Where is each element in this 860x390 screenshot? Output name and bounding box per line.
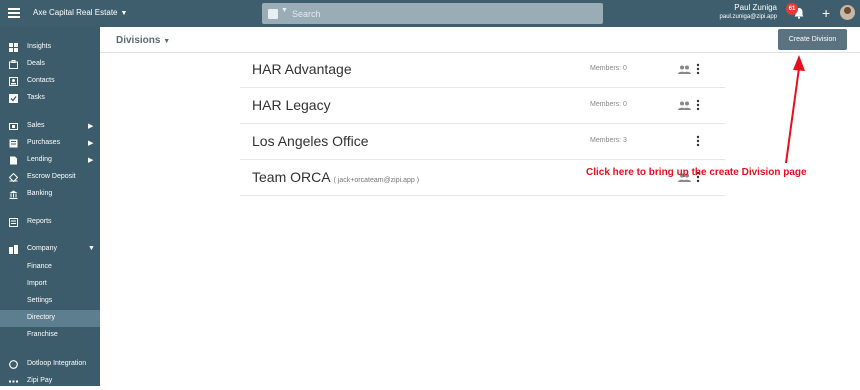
sidebar-item-purchases[interactable]: Purchases ▶ — [0, 135, 100, 152]
more-options-icon[interactable] — [696, 63, 700, 75]
contacts-icon — [9, 77, 18, 86]
user-email: paul.zuniga@zipi.app — [719, 14, 777, 20]
reports-icon — [9, 218, 18, 227]
division-name: Team ORCA( jack+orcateam@zipi.app ) — [252, 169, 420, 185]
sidebar-item-label: Deals — [27, 60, 45, 67]
sales-icon — [9, 123, 18, 130]
user-info[interactable]: Paul Zuniga paul.zuniga@zipi.app — [720, 3, 777, 21]
sidebar-item-label: Banking — [27, 190, 53, 197]
insights-icon — [9, 43, 18, 52]
sidebar-item-franchise[interactable]: Franchise — [0, 327, 100, 344]
division-email: ( jack+orcateam@zipi.app ) — [333, 177, 420, 184]
avatar[interactable] — [840, 5, 855, 20]
sidebar-item-lending[interactable]: Lending ▶ — [0, 152, 100, 169]
sidebar-item-label: Purchases — [27, 139, 61, 146]
user-name: Paul Zuniga — [734, 3, 777, 12]
people-icon[interactable] — [678, 101, 691, 110]
sidebar-item-zipi-pay[interactable]: Zipi Pay — [0, 373, 100, 390]
sidebar-item-company[interactable]: Company ▼ — [0, 241, 100, 258]
sidebar-item-insights[interactable]: Insights — [0, 39, 100, 56]
company-selector[interactable]: Axe Capital Real Estate ▼ — [33, 8, 127, 17]
page-title: Divisions — [116, 35, 161, 46]
members-count: Members: 0 — [590, 101, 627, 108]
sidebar-item-label: Tasks — [27, 94, 45, 101]
sidebar-item-import[interactable]: Import — [0, 276, 100, 293]
division-row[interactable]: Team ORCA( jack+orcateam@zipi.app ) — [240, 160, 725, 196]
top-bar: Axe Capital Real Estate▼ ▼ Paul Zuniga p… — [0, 0, 860, 27]
sidebar-item-label: Zipi Pay — [27, 377, 53, 384]
sidebar-item-label: Insights — [27, 43, 52, 50]
division-name: Los Angeles Office — [252, 133, 369, 149]
chevron-right-icon: ▶ — [88, 123, 94, 130]
sidebar-item-label: Lending — [27, 156, 52, 163]
division-name: HAR Advantage — [252, 61, 352, 77]
purchases-icon — [9, 139, 18, 148]
chevron-down-icon: ▼ — [120, 10, 128, 17]
sidebar-item-tasks[interactable]: Tasks — [0, 90, 100, 107]
create-division-button[interactable]: Create Division — [778, 29, 847, 50]
sidebar-item-label: Finance — [27, 263, 52, 270]
hamburger-menu-icon[interactable] — [8, 8, 20, 18]
sidebar-item-escrow-deposit[interactable]: Escrow Deposit — [0, 169, 100, 186]
chevron-down-icon: ▼ — [163, 38, 171, 45]
division-row[interactable]: HAR Advantage Members: 0 — [240, 52, 725, 88]
more-options-icon[interactable] — [696, 135, 700, 147]
members-count: Members: 3 — [590, 137, 627, 144]
plus-icon[interactable]: + — [822, 6, 830, 20]
people-icon[interactable] — [678, 65, 691, 74]
sidebar-item-label: Franchise — [27, 331, 58, 338]
sidebar-item-sales[interactable]: Sales ▶ — [0, 118, 100, 135]
sidebar-item-directory[interactable]: Directory — [0, 310, 100, 327]
sidebar-item-banking[interactable]: Banking — [0, 186, 100, 203]
chevron-right-icon: ▶ — [88, 140, 94, 147]
chevron-right-icon: ▶ — [88, 157, 94, 164]
search-input[interactable] — [292, 6, 592, 21]
search-bar[interactable]: ▼ — [262, 3, 603, 24]
dotloop-icon — [9, 360, 18, 369]
sidebar-item-contacts[interactable]: Contacts — [0, 73, 100, 90]
bank-icon — [9, 190, 18, 199]
sidebar-item-label: Sales — [27, 122, 45, 129]
zipi-pay-icon — [9, 380, 18, 383]
members-count: Members: 0 — [590, 65, 627, 72]
sidebar-item-finance[interactable]: Finance — [0, 259, 100, 276]
tasks-icon — [9, 94, 18, 103]
chevron-down-icon: ▼ — [88, 245, 95, 252]
company-icon — [9, 245, 18, 254]
chevron-down-icon[interactable]: ▼ — [281, 7, 288, 14]
deals-icon — [9, 60, 18, 69]
sidebar-item-label: Dotloop Integration — [27, 360, 87, 367]
division-name: HAR Legacy — [252, 97, 331, 113]
sidebar-item-label: Directory — [27, 314, 56, 321]
notification-badge: 61 — [786, 3, 798, 15]
sidebar-item-label: Settings — [27, 297, 53, 304]
company-name: Axe Capital Real Estate — [33, 8, 118, 17]
escrow-icon — [9, 173, 18, 182]
sidebar-item-label: Company — [27, 245, 57, 252]
page-title-dropdown[interactable]: Divisions ▼ — [116, 35, 170, 46]
sidebar-item-label: Contacts — [27, 77, 55, 84]
sidebar-item-label: Escrow Deposit — [27, 173, 76, 180]
sidebar-item-label: Import — [27, 280, 47, 287]
more-options-icon[interactable] — [696, 99, 700, 111]
lending-icon — [10, 156, 17, 165]
sidebar: Insights Deals Contacts Tasks Sales ▶ Pu… — [0, 27, 100, 386]
annotation-text: Click here to bring up the create Divisi… — [586, 167, 807, 178]
sidebar-item-label: Reports — [27, 218, 52, 225]
sidebar-item-reports[interactable]: Reports — [0, 214, 100, 231]
sidebar-item-deals[interactable]: Deals — [0, 56, 100, 73]
sidebar-item-dotloop-integration[interactable]: Dotloop Integration — [0, 356, 100, 373]
page-header: Divisions ▼ — [100, 27, 860, 53]
division-row[interactable]: HAR Legacy Members: 0 — [240, 88, 725, 124]
division-row[interactable]: Los Angeles Office Members: 3 — [240, 124, 725, 160]
building-icon[interactable] — [268, 9, 278, 19]
sidebar-item-settings[interactable]: Settings — [0, 293, 100, 310]
